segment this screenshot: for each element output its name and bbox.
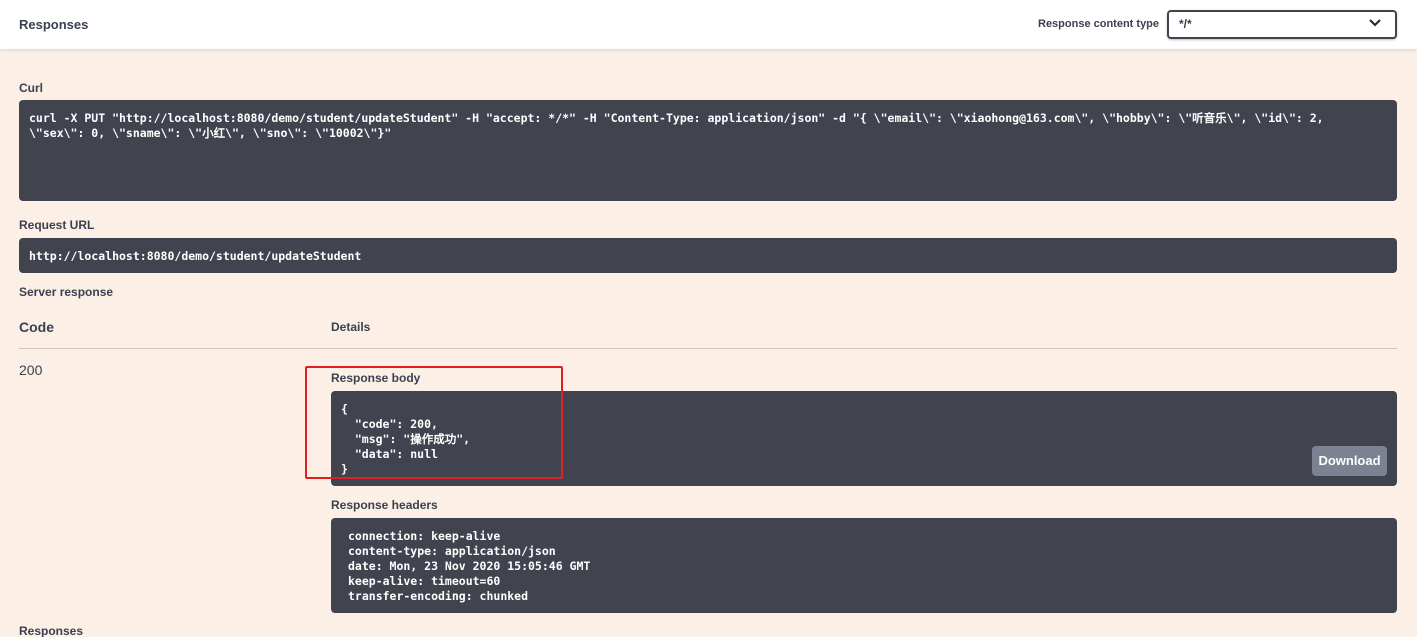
chevron-down-icon <box>1369 19 1381 27</box>
code-column-header: Code <box>19 319 54 335</box>
response-headers-text: connection: keep-alive content-type: app… <box>348 529 591 603</box>
response-content-type-select[interactable]: */* <box>1167 10 1397 39</box>
response-content-type-value: */* <box>1179 17 1192 31</box>
responses-header-bar: Responses Response content type */* <box>0 0 1417 50</box>
request-url-text: http://localhost:8080/demo/student/updat… <box>29 249 362 263</box>
request-url-block[interactable]: http://localhost:8080/demo/student/updat… <box>19 238 1397 273</box>
curl-label: Curl <box>19 81 43 95</box>
response-content-type-label: Response content type <box>1038 18 1160 30</box>
table-divider <box>19 348 1397 349</box>
curl-command-text: curl -X PUT "http://localhost:8080/demo/… <box>29 111 1324 140</box>
response-body-block[interactable]: { "code": 200, "msg": "操作成功", "data": nu… <box>331 391 1397 486</box>
responses-title: Responses <box>19 17 89 32</box>
response-body-text: { "code": 200, "msg": "操作成功", "data": nu… <box>341 402 471 476</box>
download-button[interactable]: Download <box>1312 446 1387 476</box>
request-url-label: Request URL <box>19 218 95 232</box>
response-headers-label: Response headers <box>331 498 438 512</box>
response-headers-block[interactable]: connection: keep-alive content-type: app… <box>331 518 1397 613</box>
responses-section-title: Responses <box>19 624 84 637</box>
curl-command-block[interactable]: curl -X PUT "http://localhost:8080/demo/… <box>19 100 1397 201</box>
status-code: 200 <box>19 362 43 378</box>
details-column-header: Details <box>331 320 371 334</box>
response-body-label: Response body <box>331 371 421 385</box>
server-response-label: Server response <box>19 285 114 299</box>
